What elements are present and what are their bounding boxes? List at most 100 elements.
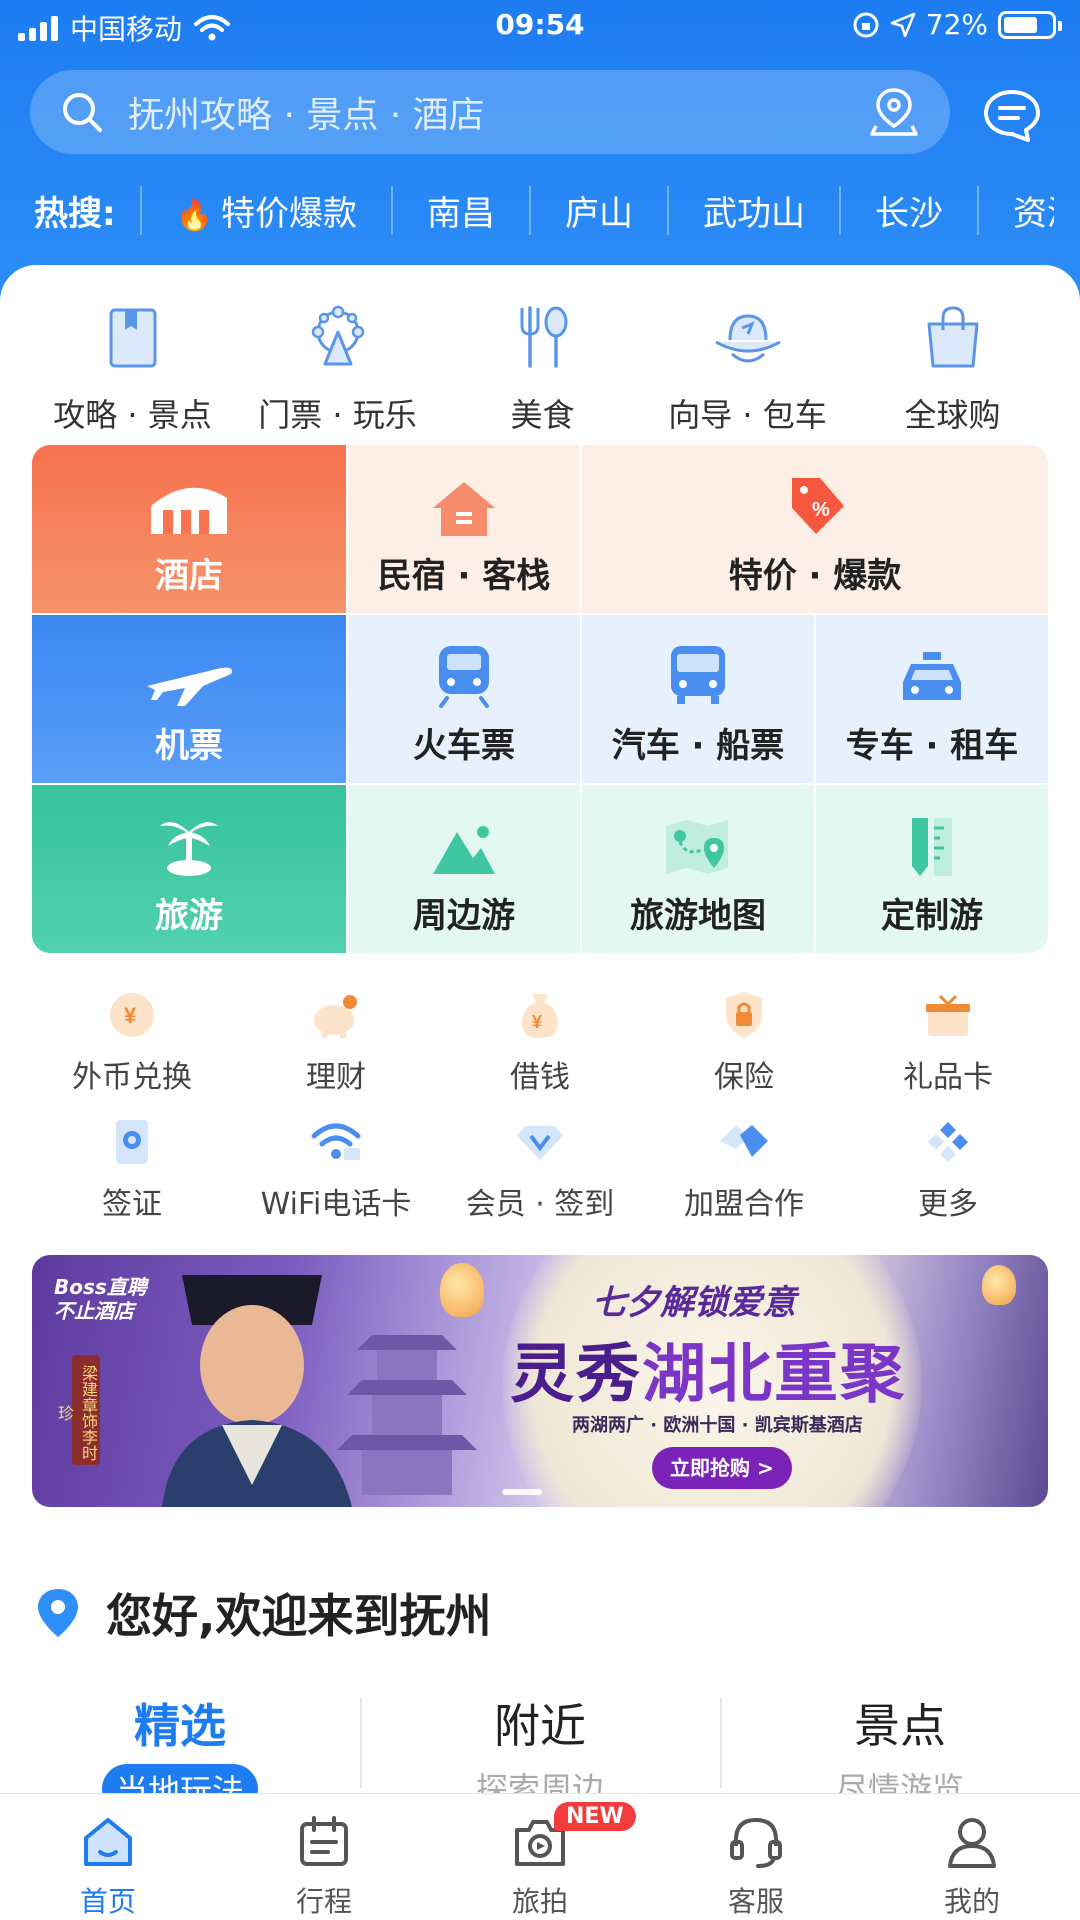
- hotel-tile[interactable]: 酒店: [32, 445, 346, 613]
- wealth-management[interactable]: 理财: [234, 990, 438, 1096]
- gift-card[interactable]: 礼品卡: [846, 990, 1050, 1096]
- greeting-text: 您好,欢迎来到抚州: [106, 1589, 492, 1643]
- pagoda-image: [337, 1335, 477, 1495]
- headset-icon: [730, 1817, 782, 1868]
- currency-exchange[interactable]: ¥ 外币兑换: [30, 990, 234, 1096]
- hot-search-item[interactable]: 南昌: [390, 185, 529, 235]
- bottom-nav: 首页 行程 旅拍 NEW 客服 我的: [0, 1793, 1080, 1920]
- guide-hat-icon: [714, 314, 781, 363]
- hot-search-item[interactable]: 资溪: [976, 185, 1054, 235]
- travel-tile[interactable]: 旅游: [32, 785, 346, 953]
- hot-search-item[interactable]: 庐山: [528, 185, 667, 235]
- ruler-pen-icon: [912, 818, 952, 876]
- top-nav-tickets[interactable]: 门票 · 玩乐: [235, 295, 440, 436]
- bus-ship-tile[interactable]: 汽车 · 船票: [582, 615, 814, 783]
- carousel-indicator: [502, 1489, 542, 1495]
- nav-itinerary[interactable]: 行程: [216, 1794, 432, 1920]
- service-grid: 酒店 民宿 · 客栈 % 特价 · 爆款 机票 火车票 汽车 · 船票 专车 ·…: [32, 445, 1048, 953]
- piggy-bank-icon: [314, 995, 357, 1038]
- home-icon: [84, 1818, 132, 1866]
- hot-search-bar: 热搜: 🔥特价爆款 南昌 庐山 武功山 长沙 资溪: [34, 180, 1054, 240]
- map-pin-icon[interactable]: [868, 86, 920, 138]
- tab-attractions[interactable]: 景点 尽情游览: [720, 1690, 1080, 1808]
- calendar-icon: [300, 1816, 348, 1866]
- diamond-icon: [517, 1126, 563, 1160]
- new-badge: NEW: [554, 1802, 636, 1831]
- gift-icon: [926, 994, 970, 1036]
- deals-tile[interactable]: % 特价 · 爆款: [582, 445, 1048, 613]
- money-bag-icon: ¥: [521, 994, 559, 1038]
- location-pin-icon: [38, 1589, 78, 1637]
- search-placeholder: 抚州攻略 · 景点 · 酒店: [128, 95, 485, 136]
- palm-tree-icon: [160, 822, 218, 876]
- wifi-icon: [311, 1123, 361, 1160]
- visa[interactable]: 签证: [30, 1117, 234, 1223]
- hot-search-item[interactable]: 长沙: [838, 185, 977, 235]
- custom-tour-tile[interactable]: 定制游: [816, 785, 1048, 953]
- status-bar: 中国移动 09:54 72%: [0, 0, 1080, 56]
- banner-headline: 灵秀湖北重聚: [510, 1338, 906, 1412]
- buy-now-button[interactable]: 立即抢购 >: [652, 1447, 792, 1489]
- hotel-icon: [151, 487, 227, 534]
- hot-search-label: 热搜:: [34, 193, 116, 234]
- mountain-icon: [433, 826, 495, 874]
- finance-services: ¥ 外币兑换 理财 ¥ 借钱 保险 礼品卡: [30, 990, 1050, 1096]
- nav-home[interactable]: 首页: [0, 1794, 216, 1920]
- bus-icon: [671, 646, 725, 704]
- top-nav-global-shop[interactable]: 全球购: [850, 295, 1055, 436]
- banner-person-image: [162, 1275, 352, 1507]
- franchise[interactable]: 加盟合作: [642, 1117, 846, 1223]
- fire-icon: 🔥: [175, 197, 213, 233]
- banner-subtitle: 七夕解锁爱意: [592, 1283, 796, 1323]
- train-tile[interactable]: 火车票: [348, 615, 580, 783]
- hot-search-item[interactable]: 🔥 特价爆款: [139, 185, 391, 235]
- insurance[interactable]: 保险: [642, 990, 846, 1096]
- rotation-lock-icon: [853, 12, 879, 37]
- content-tabs: 精选 当地玩法 附近 探索周边 景点 尽情游览: [0, 1690, 1080, 1814]
- ferris-wheel-icon: [311, 305, 364, 366]
- banner-tagline: 两湖两广 · 欧洲十国 · 凯宾斯基酒店: [572, 1415, 863, 1436]
- top-nav-guide-car[interactable]: 向导 · 包车: [645, 295, 850, 436]
- price-tag-icon: %: [792, 478, 844, 534]
- svg-text:%: %: [812, 499, 830, 521]
- svg-text:¥: ¥: [532, 1012, 542, 1032]
- banner-brand: Boss直聘 不止酒店: [54, 1275, 147, 1323]
- search-bar[interactable]: 抚州攻略 · 景点 · 酒店: [30, 70, 950, 154]
- tab-featured[interactable]: 精选 当地玩法: [0, 1690, 360, 1814]
- shield-lock-icon: [726, 992, 762, 1038]
- map-icon: [666, 820, 728, 874]
- wifi-sim[interactable]: WiFi电话卡: [234, 1117, 438, 1223]
- yen-coin-icon: ¥: [110, 993, 154, 1037]
- passport-icon: [116, 1120, 148, 1164]
- train-icon: [439, 646, 489, 708]
- shopping-bag-icon: [927, 306, 978, 368]
- message-icon[interactable]: [982, 88, 1042, 144]
- guide-book-icon: [109, 308, 156, 368]
- homestay-tile[interactable]: 民宿 · 客栈: [348, 445, 580, 613]
- search-icon: [63, 93, 102, 132]
- nav-profile[interactable]: 我的: [864, 1794, 1080, 1920]
- top-nav-food[interactable]: 美食: [440, 295, 645, 436]
- promo-banner[interactable]: Boss直聘 不止酒店 梁建章饰李时珍 七夕解锁爱意 灵秀湖北重聚 两湖两广 ·…: [32, 1255, 1048, 1507]
- car-rental-tile[interactable]: 专车 · 租车: [816, 615, 1048, 783]
- greeting-row: 您好,欢迎来到抚州: [36, 1580, 491, 1646]
- nav-travel-photo[interactable]: 旅拍 NEW: [432, 1794, 648, 1920]
- travel-map-tile[interactable]: 旅游地图: [582, 785, 814, 953]
- borrow-money[interactable]: ¥ 借钱: [438, 990, 642, 1096]
- location-arrow-icon: [890, 12, 916, 37]
- membership-checkin[interactable]: 会员 · 签到: [438, 1117, 642, 1223]
- car-icon: [903, 652, 961, 700]
- more-services[interactable]: 更多: [846, 1117, 1050, 1223]
- battery-icon: [998, 10, 1062, 39]
- svg-text:¥: ¥: [124, 1003, 137, 1028]
- tab-nearby[interactable]: 附近 探索周边: [360, 1690, 720, 1808]
- lantern-decoration: [982, 1265, 1016, 1305]
- top-nav-guide[interactable]: 攻略 · 景点: [30, 295, 235, 436]
- battery-percent: 72%: [925, 8, 988, 41]
- flight-tile[interactable]: 机票: [32, 615, 346, 783]
- nav-customer-service[interactable]: 客服: [648, 1794, 864, 1920]
- nearby-tour-tile[interactable]: 周边游: [348, 785, 580, 953]
- hot-search-item[interactable]: 武功山: [666, 185, 839, 235]
- more-grid-icon: [928, 1122, 968, 1162]
- handshake-icon: [720, 1125, 768, 1157]
